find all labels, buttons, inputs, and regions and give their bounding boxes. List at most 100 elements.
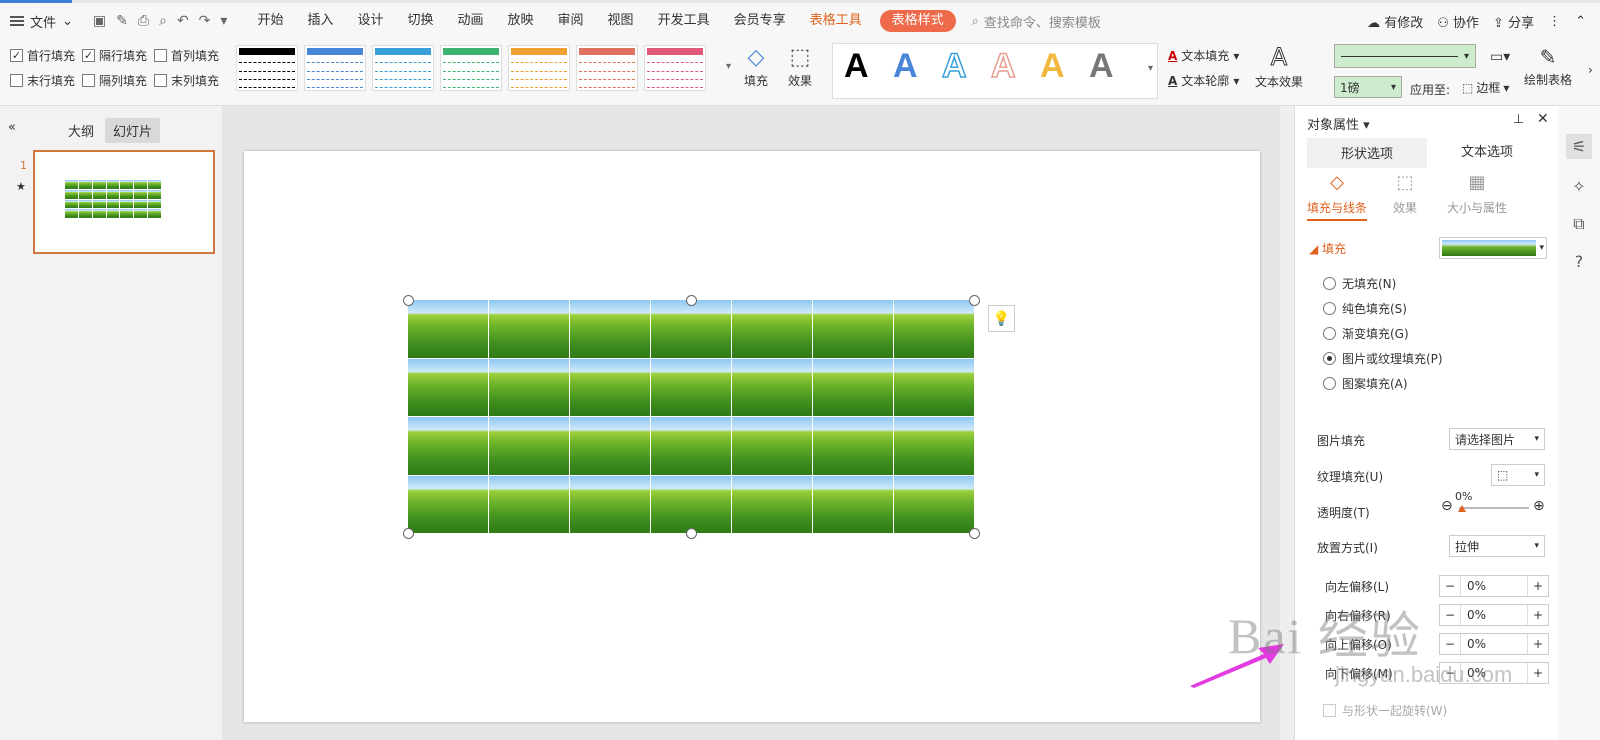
help-icon[interactable]: ? — [1575, 252, 1584, 271]
print-icon[interactable]: ⎙ — [138, 13, 149, 29]
tab-table-tools[interactable]: 表格工具 — [798, 3, 874, 39]
table-style-swatch[interactable] — [372, 45, 434, 91]
table-cell[interactable] — [732, 417, 812, 475]
radio-gradient-fill[interactable]: 渐变填充(G) — [1323, 325, 1409, 342]
table-cell[interactable] — [408, 417, 488, 475]
placement-select[interactable]: 拉伸 ▾ — [1449, 535, 1545, 557]
table-cell[interactable] — [732, 300, 812, 358]
draw-table-button[interactable]: ✎ 绘制表格 — [1524, 45, 1572, 88]
table-cell[interactable] — [570, 358, 650, 416]
table-cell[interactable] — [651, 300, 731, 358]
minus-icon[interactable]: − — [1440, 637, 1460, 651]
table-cell[interactable] — [894, 358, 974, 416]
gallery-expand-icon[interactable]: ▾ — [726, 61, 731, 72]
tab-member[interactable]: 会员专享 — [722, 3, 798, 39]
offset-top-value[interactable]: 0% — [1460, 634, 1528, 654]
subtab-fill-line[interactable]: ◇ 填充与线条 — [1307, 172, 1368, 221]
wordart-style-blue[interactable]: A — [893, 47, 918, 86]
offset-left-value[interactable]: 0% — [1460, 576, 1528, 596]
wordart-style-blue-outline[interactable]: A — [941, 46, 967, 86]
table-cell[interactable] — [489, 475, 569, 533]
table-cell[interactable] — [651, 358, 731, 416]
table-cell[interactable] — [651, 475, 731, 533]
offset-left-stepper[interactable]: −0% + — [1439, 575, 1549, 597]
table-cell[interactable] — [813, 300, 893, 358]
table-cell[interactable] — [894, 300, 974, 358]
checkbox-first-column[interactable]: 首列填充 — [154, 47, 219, 64]
tab-table-style[interactable]: 表格样式 — [879, 10, 956, 32]
line-weight-select[interactable]: 1磅 ▾ — [1334, 76, 1402, 98]
transparency-slider-thumb[interactable] — [1458, 505, 1466, 512]
command-search[interactable]: ⌕ 查找命令、搜索模板 — [972, 12, 1101, 31]
table-cell[interactable] — [408, 300, 488, 358]
collapse-sidebar-icon[interactable]: « — [8, 120, 16, 135]
collapse-ribbon-icon[interactable]: ⌃ — [1575, 14, 1586, 29]
tab-design[interactable]: 设计 — [345, 3, 395, 39]
redo-icon[interactable]: ↷ — [199, 13, 211, 29]
tab-outline[interactable]: 大纲 — [60, 118, 102, 143]
picture-fill-select[interactable]: 请选择图片 ▾ — [1449, 428, 1545, 450]
table-cell[interactable] — [732, 475, 812, 533]
plus-icon[interactable]: + — [1528, 579, 1548, 593]
ribbon-scroll-right-icon[interactable]: › — [1588, 63, 1593, 77]
plus-icon[interactable]: + — [1528, 637, 1548, 651]
tab-slides[interactable]: 幻灯片 — [105, 118, 161, 143]
radio-no-fill[interactable]: 无填充(N) — [1323, 275, 1396, 292]
wordart-style-gray[interactable]: A — [1089, 47, 1114, 86]
resize-handle-top-left[interactable] — [403, 295, 414, 306]
undo-icon[interactable]: ↶ — [177, 13, 189, 29]
pin-icon[interactable]: ⊥ — [1513, 112, 1524, 127]
animation-icon[interactable]: ✧ — [1572, 177, 1585, 196]
minus-icon[interactable]: − — [1440, 608, 1460, 622]
texture-fill-select[interactable]: ⬚ ▾ — [1491, 464, 1545, 486]
share-button[interactable]: ⇪ 分享 — [1493, 12, 1534, 31]
radio-picture-fill[interactable]: 图片或纹理填充(P) — [1323, 350, 1443, 367]
fill-preview-select[interactable]: ▾ — [1439, 237, 1547, 259]
wordart-style-pink-outline[interactable]: A — [990, 46, 1016, 86]
offset-right-stepper[interactable]: −0% + — [1439, 604, 1549, 626]
table-style-swatch[interactable] — [576, 45, 638, 91]
panel-title[interactable]: 对象属性 ▾ — [1307, 114, 1370, 133]
save-icon[interactable]: ▣ — [93, 13, 106, 29]
resize-handle-top[interactable] — [686, 295, 697, 306]
resize-handle-bottom-left[interactable] — [403, 528, 414, 539]
file-menu-button[interactable]: 文件 ⌄ — [0, 3, 83, 39]
tab-view[interactable]: 视图 — [596, 3, 646, 39]
table-cell[interactable] — [570, 300, 650, 358]
table-cell[interactable] — [408, 475, 488, 533]
table-cell[interactable] — [651, 417, 731, 475]
tab-review[interactable]: 审阅 — [546, 3, 596, 39]
resize-handle-top-right[interactable] — [969, 295, 980, 306]
resize-handle-bottom[interactable] — [686, 528, 697, 539]
checkbox-total-row[interactable]: 末行填充 — [10, 72, 75, 89]
tab-animations[interactable]: 动画 — [446, 3, 496, 39]
table-style-swatch[interactable] — [304, 45, 366, 91]
print-preview-icon[interactable]: ⌕ — [159, 13, 167, 29]
transition-icon[interactable]: ⧉ — [1573, 214, 1584, 234]
offset-right-value[interactable]: 0% — [1460, 605, 1528, 625]
minus-icon[interactable]: − — [1440, 579, 1460, 593]
tab-shape-options[interactable]: 形状选项 — [1307, 138, 1427, 168]
effect-button[interactable]: ⬚ 效果 — [788, 45, 812, 89]
line-style-select[interactable]: ▾ — [1334, 44, 1476, 68]
wordart-expand-icon[interactable]: ▾ — [1148, 63, 1153, 74]
customize-icon[interactable]: ▾ — [220, 13, 227, 29]
fill-section-header[interactable]: ◢ 填充 — [1309, 240, 1346, 257]
rotate-with-shape-checkbox[interactable]: 与形状一起旋转(W) — [1323, 702, 1447, 719]
table-cell[interactable] — [489, 358, 569, 416]
transparency-increase-icon[interactable]: ⊕ — [1533, 498, 1545, 514]
text-outline-button[interactable]: A 文本轮廓 ▾ — [1168, 72, 1239, 89]
close-icon[interactable]: ✕ — [1537, 111, 1549, 127]
tab-transitions[interactable]: 切换 — [395, 3, 445, 39]
table-cell[interactable] — [570, 417, 650, 475]
subtab-size-properties[interactable]: ▦ 大小与属性 — [1447, 172, 1507, 216]
radio-solid-fill[interactable]: 纯色填充(S) — [1323, 300, 1407, 317]
table-cell[interactable] — [813, 417, 893, 475]
table-style-swatch[interactable] — [644, 45, 706, 91]
table-cell[interactable] — [732, 358, 812, 416]
collaborate-button[interactable]: ⚇ 协作 — [1437, 12, 1479, 31]
more-options-icon[interactable]: ⋮ — [1548, 14, 1561, 29]
tab-home[interactable]: 开始 — [245, 3, 295, 39]
checkbox-header-row[interactable]: ✓ 首行填充 — [10, 47, 75, 64]
table-cell[interactable] — [489, 417, 569, 475]
